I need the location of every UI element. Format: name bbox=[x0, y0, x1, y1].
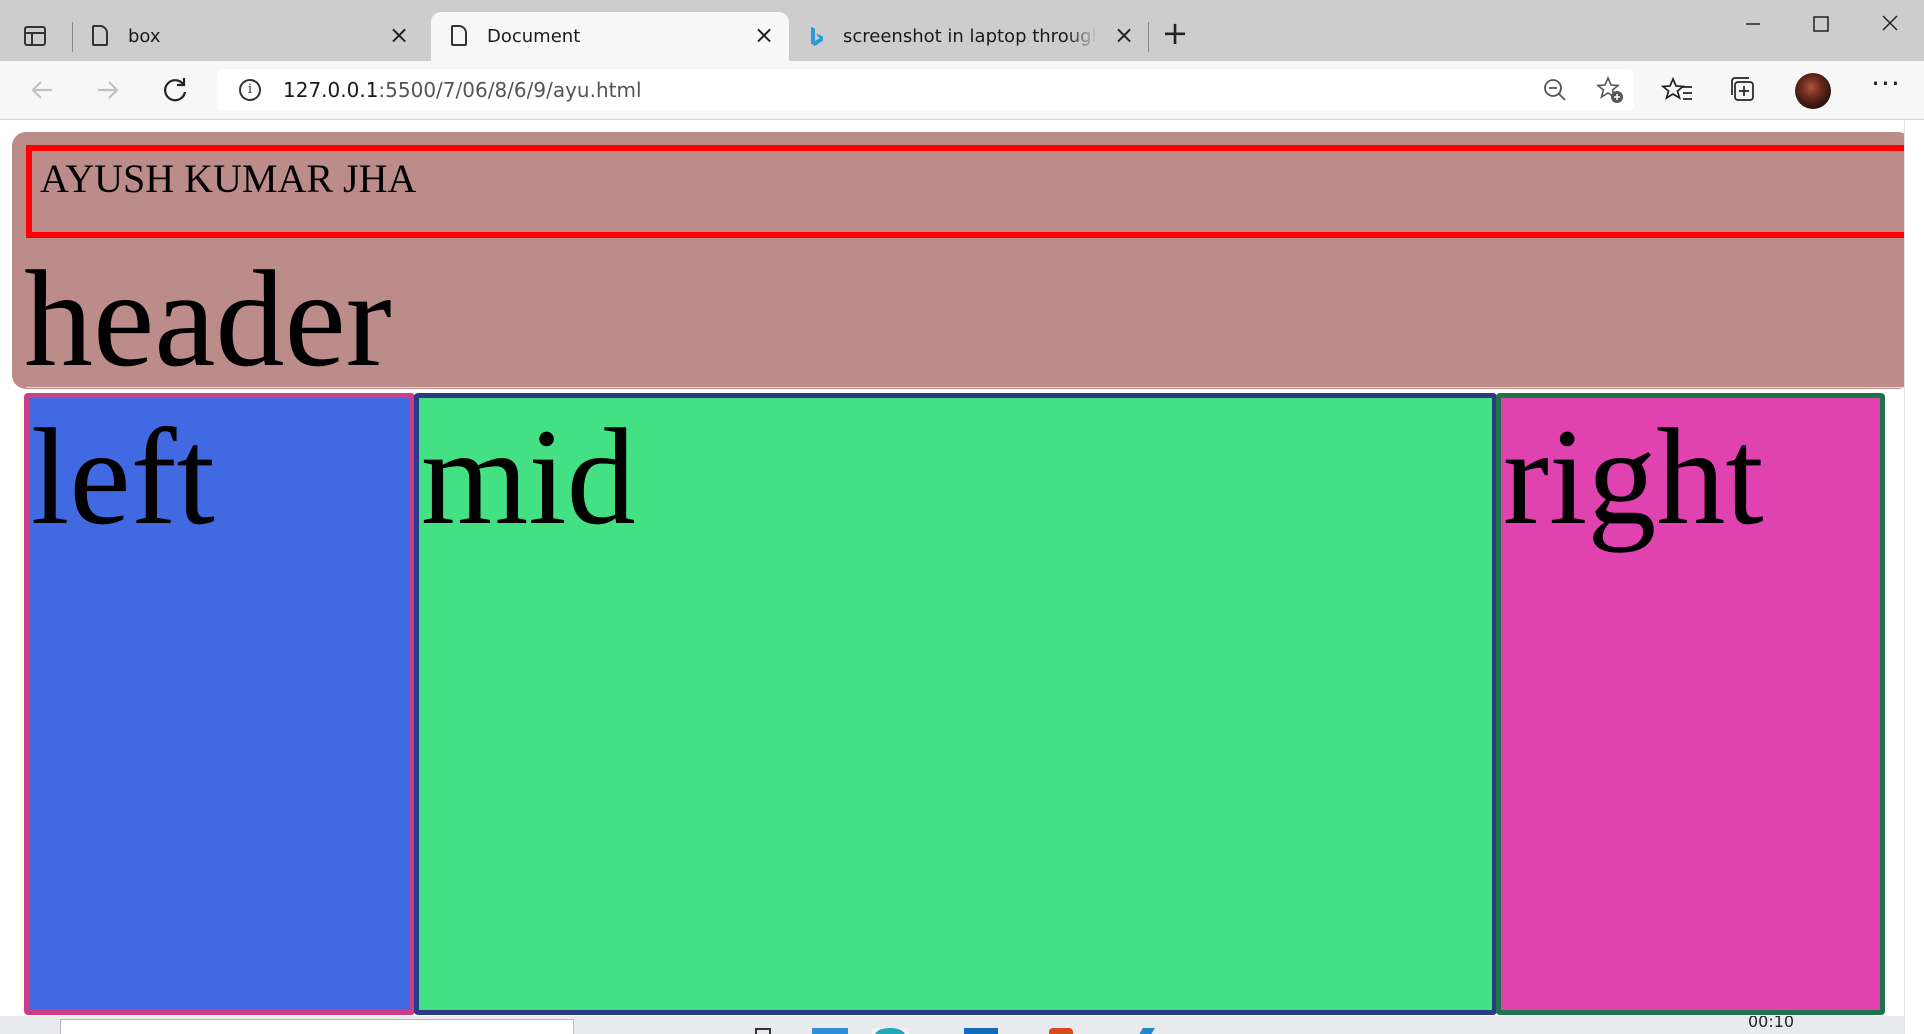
right-column-text: right bbox=[1503, 400, 1764, 553]
header-section: AYUSH KUMAR JHA header bbox=[12, 132, 1904, 389]
zoom-out-icon[interactable] bbox=[1538, 73, 1572, 107]
tab-screenshot[interactable]: screenshot in laptop through key × bbox=[791, 12, 1149, 61]
maximize-icon bbox=[1813, 16, 1829, 32]
tab-separator bbox=[72, 22, 73, 52]
name-box: AYUSH KUMAR JHA bbox=[26, 145, 1904, 238]
refresh-icon bbox=[164, 78, 187, 102]
tab-title-fade bbox=[1067, 12, 1097, 61]
code-editor-icon[interactable] bbox=[1128, 1028, 1164, 1034]
bing-icon bbox=[811, 27, 823, 46]
address-bar[interactable]: i 127.0.0.1:5500/7/06/8/6/9/ayu.html bbox=[217, 69, 1634, 111]
close-icon[interactable]: × bbox=[749, 20, 779, 50]
tab-bar: box × Document × screenshot in laptop th… bbox=[0, 0, 1924, 61]
taskbar-search-box[interactable] bbox=[60, 1019, 574, 1034]
maximize-button[interactable] bbox=[1793, 6, 1849, 42]
right-column: right bbox=[1496, 393, 1885, 1015]
toolbar: i 127.0.0.1:5500/7/06/8/6/9/ayu.html ··· bbox=[0, 61, 1924, 120]
profile-avatar[interactable] bbox=[1795, 73, 1831, 109]
forward-arrow-icon bbox=[98, 81, 119, 99]
task-view-icon[interactable] bbox=[745, 1028, 781, 1034]
tab-title: screenshot in laptop through key bbox=[843, 26, 1097, 47]
page-icon bbox=[92, 25, 108, 46]
page-scrollbar[interactable] bbox=[1904, 120, 1924, 1034]
more-options-icon[interactable]: ··· bbox=[1868, 70, 1904, 109]
close-icon[interactable]: × bbox=[384, 20, 414, 50]
name-text: AYUSH KUMAR JHA bbox=[40, 156, 417, 201]
back-button[interactable] bbox=[24, 72, 60, 108]
page-icon bbox=[451, 25, 467, 46]
page-viewport: AYUSH KUMAR JHA header left mid right bbox=[0, 120, 1904, 1034]
close-window-button[interactable] bbox=[1862, 6, 1918, 42]
site-info-icon[interactable]: i bbox=[239, 79, 261, 101]
tab-document[interactable]: Document × bbox=[431, 12, 789, 61]
minimize-icon bbox=[1746, 23, 1760, 25]
collections-icon[interactable] bbox=[1727, 73, 1761, 107]
forward-button[interactable] bbox=[90, 72, 126, 108]
close-icon[interactable]: × bbox=[1109, 20, 1139, 50]
minimize-button[interactable] bbox=[1725, 6, 1781, 42]
url-path: :5500/7/06/8/6/9/ayu.html bbox=[378, 78, 642, 102]
close-icon bbox=[1882, 15, 1898, 31]
new-tab-button[interactable]: + bbox=[1160, 17, 1190, 49]
tab-box[interactable]: box × bbox=[74, 12, 429, 61]
edge-icon[interactable] bbox=[872, 1028, 908, 1034]
url-host: 127.0.0.1 bbox=[283, 78, 379, 102]
tab-title: box bbox=[128, 26, 161, 47]
add-favorite-icon[interactable] bbox=[1593, 73, 1627, 107]
left-column: left bbox=[24, 393, 415, 1015]
office-icon[interactable] bbox=[1043, 1028, 1079, 1034]
mid-column-text: mid bbox=[421, 400, 636, 553]
left-column-text: left bbox=[31, 400, 215, 553]
clock-time: 00:10 bbox=[1748, 1016, 1795, 1031]
horizontal-rule bbox=[26, 387, 1904, 388]
tab-actions-icon[interactable] bbox=[24, 26, 46, 46]
favorites-icon[interactable] bbox=[1661, 73, 1695, 107]
back-arrow-icon bbox=[31, 81, 52, 99]
url-text[interactable]: 127.0.0.1:5500/7/06/8/6/9/ayu.html bbox=[283, 78, 642, 102]
header-heading: header bbox=[24, 242, 392, 395]
tab-separator bbox=[1148, 22, 1149, 52]
mid-column: mid bbox=[414, 393, 1497, 1015]
refresh-button[interactable] bbox=[157, 72, 193, 108]
taskbar: 00:10 bbox=[0, 1016, 1904, 1034]
tab-title: Document bbox=[487, 26, 581, 47]
taskbar-app-icon[interactable] bbox=[812, 1028, 848, 1034]
mail-icon[interactable] bbox=[964, 1028, 1000, 1034]
